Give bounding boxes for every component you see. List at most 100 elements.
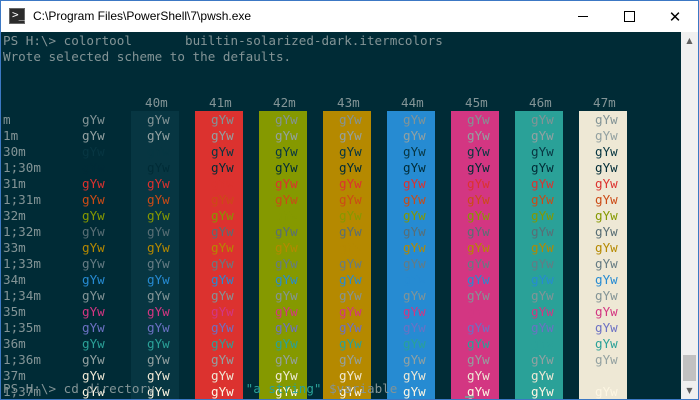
maximize-button[interactable]: [606, 1, 652, 32]
color-sample: gYw: [275, 192, 298, 207]
color-sample: gYw: [531, 128, 554, 143]
command-argument: builtin-solarized-dark.itermcolors: [185, 33, 443, 48]
color-sample: gYw: [531, 208, 554, 223]
color-sample: gYw: [467, 176, 490, 191]
color-sample: gYw: [275, 112, 298, 127]
color-sample: gYw: [595, 288, 618, 303]
color-sample: gYw: [595, 320, 618, 335]
color-sample: gYw: [211, 144, 234, 159]
color-sample: gYw: [403, 304, 426, 319]
color-sample: gYw: [467, 208, 490, 223]
color-sample: gYw: [275, 240, 298, 255]
row-label: 36m: [3, 336, 26, 351]
color-sample: gYw: [403, 176, 426, 191]
color-sample: gYw: [275, 208, 298, 223]
color-sample: gYw: [211, 288, 234, 303]
color-sample: gYw: [403, 368, 426, 383]
color-sample: gYw: [275, 160, 298, 175]
color-sample: gYw: [147, 224, 170, 239]
output-line: Wrote selected scheme to the defaults.: [3, 49, 292, 64]
color-sample: gYw: [211, 240, 234, 255]
color-sample: gYw: [147, 144, 170, 159]
color-sample: gYw: [403, 128, 426, 143]
command-name: colortool: [63, 33, 132, 48]
color-sample: gYw: [467, 368, 490, 383]
color-sample: gYw: [531, 256, 554, 271]
color-sample: gYw: [211, 160, 234, 175]
color-sample: gYw: [82, 128, 105, 143]
color-sample: gYw: [595, 336, 618, 351]
color-sample: gYw: [211, 256, 234, 271]
scroll-up-icon[interactable]: ▲: [681, 32, 698, 49]
minimize-icon: [578, 16, 588, 17]
color-sample: gYw: [82, 240, 105, 255]
variable-token: $variable: [329, 381, 398, 396]
terminal-console[interactable]: PS H:\> colortool builtin-solarized-dark…: [1, 32, 681, 399]
scrollbar-thumb[interactable]: [683, 355, 696, 381]
color-sample: gYw: [467, 112, 490, 127]
color-sample: gYw: [82, 192, 105, 207]
close-button[interactable]: ✕: [652, 1, 698, 32]
row-label: 33m: [3, 240, 26, 255]
column-header: 40m: [145, 95, 168, 110]
color-sample: gYw: [211, 192, 234, 207]
color-sample: gYw: [147, 288, 170, 303]
color-sample: gYw: [531, 320, 554, 335]
color-sample: gYw: [275, 352, 298, 367]
color-sample: gYw: [531, 336, 554, 351]
color-sample: gYw: [467, 240, 490, 255]
color-sample: gYw: [275, 288, 298, 303]
color-sample: gYw: [211, 336, 234, 351]
column-header: 42m: [273, 95, 296, 110]
color-sample: gYw: [595, 144, 618, 159]
color-sample: gYw: [595, 368, 618, 383]
color-sample: gYw: [339, 272, 362, 287]
color-sample: gYw: [531, 160, 554, 175]
color-sample: gYw: [531, 112, 554, 127]
column-header: 45m: [465, 95, 488, 110]
color-sample: gYw: [147, 352, 170, 367]
vertical-scrollbar[interactable]: ▲ ▼: [681, 32, 698, 399]
column-header: 47m: [593, 95, 616, 110]
minimize-button[interactable]: [560, 1, 606, 32]
color-sample: gYw: [595, 240, 618, 255]
column-header: 44m: [401, 95, 424, 110]
color-sample: gYw: [275, 224, 298, 239]
color-sample: gYw: [211, 128, 234, 143]
color-sample: gYw: [531, 384, 554, 399]
color-sample: gYw: [403, 352, 426, 367]
color-sample: gYw: [595, 224, 618, 239]
color-sample: gYw: [531, 144, 554, 159]
color-sample: gYw: [147, 208, 170, 223]
color-sample: gYw: [275, 176, 298, 191]
powershell-icon: >_: [9, 8, 25, 24]
color-sample: gYw: [211, 352, 234, 367]
title-bar[interactable]: >_ C:\Program Files\PowerShell\7\pwsh.ex…: [1, 1, 698, 32]
color-sample: gYw: [467, 320, 490, 335]
color-sample: gYw: [339, 240, 362, 255]
column-header: 46m: [529, 95, 552, 110]
color-sample: gYw: [339, 208, 362, 223]
row-label: 30m: [3, 144, 26, 159]
color-sample: gYw: [531, 224, 554, 239]
color-sample: gYw: [467, 336, 490, 351]
color-sample: gYw: [595, 256, 618, 271]
scroll-down-icon[interactable]: ▼: [681, 382, 698, 399]
row-label: 35m: [3, 304, 26, 319]
color-sample: gYw: [147, 320, 170, 335]
command-line-cd: PS H:\> cd directory "a string" $variabl…: [3, 381, 397, 396]
color-sample: gYw: [147, 160, 170, 175]
powershell-window: >_ C:\Program Files\PowerShell\7\pwsh.ex…: [0, 0, 699, 400]
color-sample: gYw: [595, 128, 618, 143]
row-label: 1;36m: [3, 352, 41, 367]
color-sample: gYw: [339, 128, 362, 143]
color-sample: gYw: [147, 272, 170, 287]
color-sample: gYw: [339, 224, 362, 239]
color-sample: gYw: [82, 320, 105, 335]
color-sample: gYw: [211, 208, 234, 223]
color-sample: gYw: [275, 304, 298, 319]
color-sample: gYw: [403, 288, 426, 303]
color-sample: gYw: [147, 336, 170, 351]
color-sample: gYw: [467, 224, 490, 239]
color-sample: gYw: [403, 224, 426, 239]
